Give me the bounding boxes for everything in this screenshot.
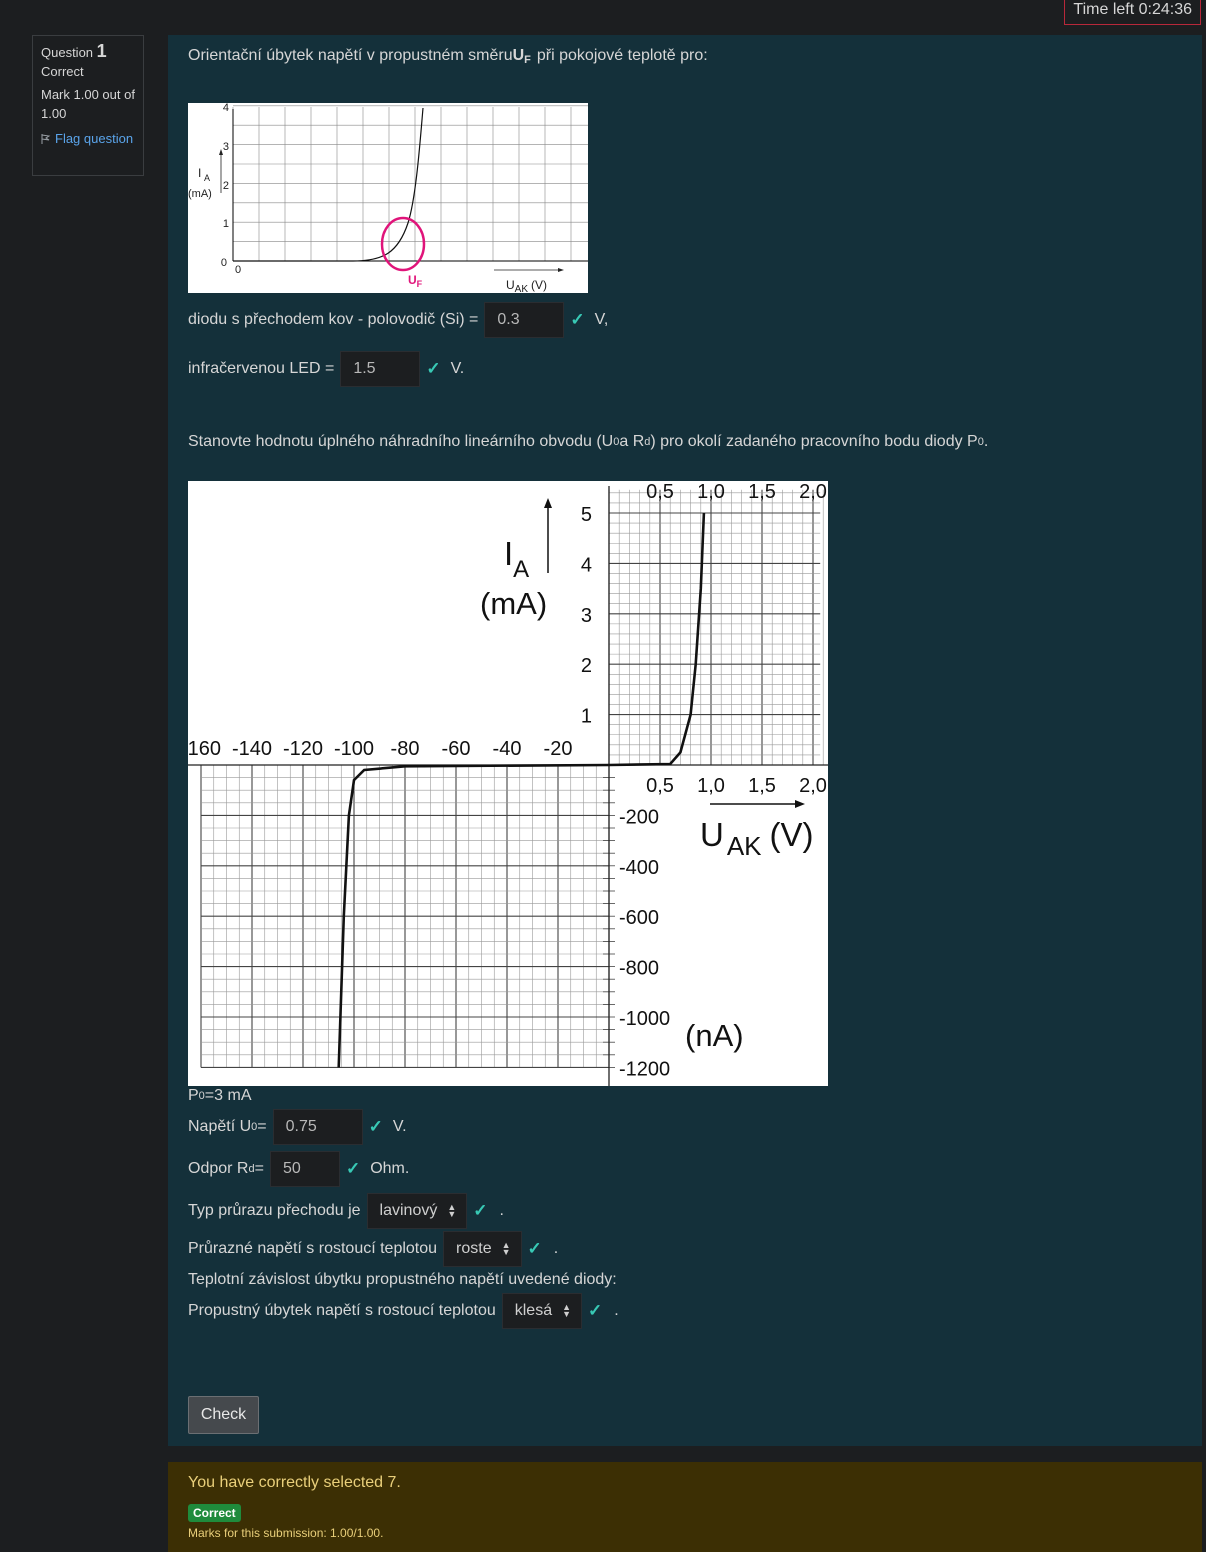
svg-text:0: 0 xyxy=(221,257,227,269)
question-state: Correct xyxy=(41,64,84,79)
feedback-text: You have correctly selected 7. xyxy=(188,1474,401,1491)
neg-y-tick-label: -800 xyxy=(619,958,659,980)
correct-check-icon: ✓ xyxy=(527,1239,542,1258)
neg-x-tick-label: -80 xyxy=(391,738,420,760)
schottky-voltage-input[interactable]: 0.3 xyxy=(484,302,565,338)
neg-x-tick-label: -160 xyxy=(188,738,221,760)
intro-text: Orientační úbytek napětí v propustném sm… xyxy=(188,47,708,66)
neg-y-tick-label: -200 xyxy=(619,806,659,828)
bottom-x-tick-label: 1,5 xyxy=(748,775,776,797)
neg-x-tick-label: -60 xyxy=(442,738,471,760)
answer-row-irled: infračervenou LED = 1.5 ✓ V. xyxy=(188,351,464,387)
correct-check-icon: ✓ xyxy=(345,1159,361,1178)
svg-text:2: 2 xyxy=(223,180,229,192)
pos-y-tick-label: 1 xyxy=(581,706,592,728)
question-content: Orientační úbytek napětí v propustném sm… xyxy=(168,35,1202,1446)
select-arrows-icon: ▲ ▼ xyxy=(562,1302,572,1319)
svg-text:0: 0 xyxy=(235,264,241,276)
breakdown-temp-row: Průrazné napětí s rostoucí teplotou rost… xyxy=(188,1231,558,1267)
neg-y-tick-label: -400 xyxy=(619,857,659,879)
pos-y-tick-label: 2 xyxy=(581,655,592,677)
top-x-tick-label: 1,5 xyxy=(748,481,776,503)
timer: Time left 0:24:36 xyxy=(1064,0,1201,25)
neg-y-tick-label: -1200 xyxy=(619,1058,670,1080)
correct-check-icon: ✓ xyxy=(368,1117,383,1136)
forward-temp-select[interactable]: klesá ▲ ▼ xyxy=(501,1293,583,1329)
neg-x-tick-label: -20 xyxy=(544,738,573,760)
svg-text:(nA): (nA) xyxy=(685,1018,744,1053)
neg-y-tick-label: -1000 xyxy=(619,1008,670,1030)
pos-y-tick-label: 3 xyxy=(581,605,592,627)
svg-text:3: 3 xyxy=(223,141,229,153)
top-x-tick-label: 2,0 xyxy=(799,481,827,503)
flag-icon xyxy=(41,133,51,144)
breakdown-row: Typ průrazu přechodu je lavinový ▲ ▼ ✓ . xyxy=(188,1193,504,1229)
irled-voltage-input[interactable]: 1.5 xyxy=(340,351,421,387)
task2-text: Stanovte hodnotu úplného náhradního line… xyxy=(188,433,989,450)
check-button[interactable]: Check xyxy=(188,1396,259,1434)
select-arrows-icon: ▲ ▼ xyxy=(501,1240,511,1257)
svg-text:4: 4 xyxy=(223,103,229,114)
forward-temp-row: Propustný úbytek napětí s rostoucí teplo… xyxy=(188,1293,619,1329)
neg-x-tick-label: -40 xyxy=(493,738,522,760)
select-arrows-icon: ▲ ▼ xyxy=(447,1202,457,1219)
temp-heading: Teplotní závislost úbytku propustného na… xyxy=(188,1271,617,1288)
pos-y-tick-label: 4 xyxy=(581,554,592,576)
correct-check-icon: ✓ xyxy=(426,359,441,378)
breakdown-temp-select[interactable]: roste ▲ ▼ xyxy=(443,1231,522,1267)
diode-va-chart: 0,5 1,0 1,5 2,0 0,5 1,0 1,5 2,0 -160 -140 -120 -100… xyxy=(188,481,828,1086)
top-x-tick-label: 1,0 xyxy=(697,481,725,503)
svg-text:A: A xyxy=(204,173,210,183)
question-number: Question 1 xyxy=(41,41,107,61)
neg-x-tick-label: -100 xyxy=(334,738,374,760)
neg-x-tick-label: -140 xyxy=(232,738,272,760)
answer-row-schottky: diodu s přechodem kov - polovodič (Si) =… xyxy=(188,302,608,338)
rd-input[interactable]: 50 xyxy=(269,1151,340,1187)
question-mark: Mark 1.00 out of 1.00 xyxy=(41,87,135,121)
top-x-tick-label: 0,5 xyxy=(646,481,674,503)
small-diode-chart: 0 1 2 3 4 0 I A (mA) UAK (V) UF xyxy=(188,103,588,293)
correct-badge: Correct xyxy=(188,1504,241,1522)
pos-y-tick-label: 5 xyxy=(581,504,592,526)
u0-row: Napětí U0 = 0.75 ✓ V. xyxy=(188,1109,407,1145)
svg-text:(mA): (mA) xyxy=(188,188,212,200)
p0-label: P 0 =3 mA xyxy=(188,1087,252,1104)
rd-row: Odpor Rd = 50 ✓ Ohm. xyxy=(188,1151,409,1187)
correct-check-icon: ✓ xyxy=(588,1301,603,1320)
breakdown-type-select[interactable]: lavinový ▲ ▼ xyxy=(366,1193,468,1229)
bottom-x-tick-label: 0,5 xyxy=(646,775,674,797)
bottom-x-tick-label: 1,0 xyxy=(697,775,725,797)
correct-check-icon: ✓ xyxy=(473,1201,488,1220)
neg-y-tick-label: -600 xyxy=(619,907,659,929)
svg-text:1: 1 xyxy=(223,218,229,230)
neg-x-tick-label: -120 xyxy=(283,738,323,760)
correct-check-icon: ✓ xyxy=(570,310,585,329)
feedback-panel: You have correctly selected 7. Correct M… xyxy=(168,1462,1202,1552)
flag-question-link[interactable]: Flag question xyxy=(41,129,135,148)
bottom-x-tick-label: 2,0 xyxy=(799,775,827,797)
marks-text: Marks for this submission: 1.00/1.00. xyxy=(188,1526,384,1540)
svg-text:I: I xyxy=(198,166,201,180)
question-info: Question 1 Correct Mark 1.00 out of 1.00… xyxy=(32,35,144,176)
u0-input[interactable]: 0.75 xyxy=(272,1109,363,1145)
svg-text:(mA): (mA) xyxy=(480,586,547,621)
